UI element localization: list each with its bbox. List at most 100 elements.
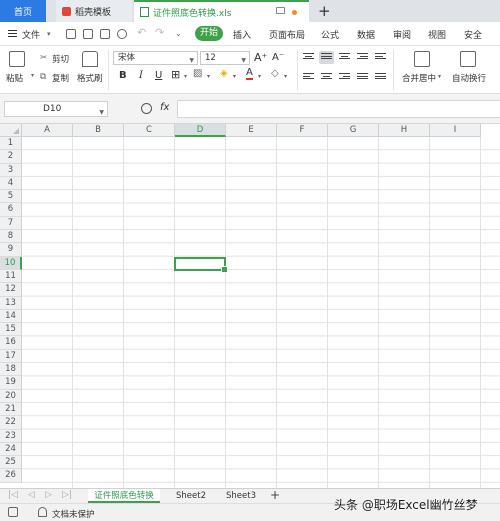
tab-start[interactable]: 开始 (195, 26, 223, 41)
column-header[interactable]: D (175, 124, 226, 137)
sheet-tab-3[interactable]: Sheet3 (218, 489, 264, 503)
name-box[interactable]: D10 ▼ (4, 101, 108, 117)
redo-icon[interactable]: ↷ (155, 26, 164, 39)
chevron-down-icon[interactable]: ▾ (184, 73, 187, 80)
align-right-icon[interactable] (339, 73, 350, 82)
row-header[interactable]: 26 (0, 469, 22, 483)
next-sheet-icon[interactable]: ▷ (45, 490, 52, 500)
undo-icon[interactable]: ↶ (137, 26, 146, 39)
column-header[interactable]: A (22, 124, 73, 137)
merge-center-button[interactable]: 合并居中 (402, 72, 436, 84)
tab-security[interactable]: 安全 (464, 28, 482, 41)
merge-cells-icon[interactable] (414, 51, 430, 67)
underline-button[interactable]: U (155, 70, 162, 81)
row-header[interactable]: 20 (0, 389, 22, 403)
distributed-icon[interactable] (375, 73, 386, 82)
chevron-down-icon[interactable]: ▾ (284, 73, 287, 80)
font-name-select[interactable]: 宋体 ▼ (113, 51, 198, 65)
tab-formulas[interactable]: 公式 (321, 28, 339, 41)
row-header[interactable]: 11 (0, 269, 22, 284)
align-left-icon[interactable] (303, 73, 314, 82)
row-header[interactable]: 22 (0, 416, 22, 430)
tab-insert[interactable]: 插入 (233, 28, 251, 41)
formula-input[interactable] (177, 100, 500, 118)
row-header[interactable]: 19 (0, 376, 22, 390)
selected-cell[interactable] (174, 257, 228, 274)
row-header[interactable]: 17 (0, 349, 22, 364)
column-header[interactable]: B (73, 124, 124, 137)
row-header[interactable]: 3 (0, 163, 22, 177)
first-sheet-icon[interactable]: |◁ (8, 490, 18, 500)
row-header[interactable]: 14 (0, 309, 22, 324)
menu-icon[interactable] (8, 30, 17, 37)
more-icon[interactable]: ⌄ (175, 29, 182, 38)
justify-icon[interactable] (357, 73, 368, 82)
align-center-icon[interactable] (321, 73, 332, 82)
shrink-font-button[interactable]: A⁻ (272, 52, 284, 63)
zoom-icon[interactable] (141, 103, 152, 114)
cut-button[interactable]: 剪切 (52, 53, 69, 65)
print-icon[interactable] (100, 29, 110, 39)
column-header[interactable]: E (226, 124, 277, 137)
chevron-down-icon[interactable]: ▾ (233, 73, 236, 80)
row-header[interactable]: 5 (0, 190, 22, 204)
italic-button[interactable]: I (139, 70, 143, 81)
row-header[interactable]: 9 (0, 243, 22, 257)
wrap-text-icon[interactable] (460, 51, 476, 67)
scissors-icon[interactable]: ✂ (40, 53, 47, 63)
format-painter-icon[interactable] (82, 51, 98, 67)
paste-icon[interactable] (9, 51, 25, 67)
select-all-corner[interactable] (0, 124, 22, 137)
row-header[interactable]: 23 (0, 429, 22, 443)
eraser-icon[interactable]: ◇ (271, 68, 279, 79)
paste-button[interactable]: 粘贴 (6, 72, 23, 84)
sheet-tab-2[interactable]: Sheet2 (168, 489, 214, 503)
fill-pattern-icon[interactable]: ▨ (193, 68, 202, 79)
tab-home[interactable]: 首页 (0, 0, 46, 22)
indent-increase-icon[interactable] (357, 53, 368, 62)
chevron-down-icon[interactable]: ▾ (207, 73, 210, 80)
row-header[interactable]: 10 (0, 256, 22, 270)
tab-current-file[interactable]: 证件照底色转换.xls (134, 0, 309, 22)
column-header[interactable]: G (328, 124, 379, 137)
indent-decrease-icon[interactable] (375, 53, 386, 62)
tab-view[interactable]: 视图 (428, 28, 446, 41)
format-painter-button[interactable]: 格式刷 (77, 72, 103, 84)
row-header[interactable]: 16 (0, 336, 22, 350)
macro-icon[interactable] (8, 507, 18, 517)
row-header[interactable]: 6 (0, 203, 22, 217)
column-header[interactable]: I (430, 124, 481, 137)
row-header[interactable]: 7 (0, 216, 22, 231)
file-menu[interactable]: 文件 (22, 28, 40, 41)
column-header[interactable]: C (124, 124, 175, 137)
column-header[interactable]: H (379, 124, 430, 137)
align-bottom-icon[interactable] (339, 53, 350, 62)
row-header[interactable]: 15 (0, 323, 22, 337)
border-icon[interactable]: ⊞ (171, 68, 180, 81)
copy-button[interactable]: 复制 (52, 72, 69, 84)
fill-color-icon[interactable]: ◈ (220, 68, 228, 79)
font-size-select[interactable]: 12 ▼ (200, 51, 250, 65)
grow-font-button[interactable]: A⁺ (254, 51, 267, 64)
export-icon[interactable] (83, 29, 93, 39)
row-header[interactable]: 25 (0, 456, 22, 470)
row-header[interactable]: 8 (0, 230, 22, 244)
insert-function-button[interactable]: fx (160, 102, 169, 113)
row-header[interactable]: 4 (0, 176, 22, 191)
row-header[interactable]: 13 (0, 296, 22, 310)
add-sheet-button[interactable]: + (270, 488, 280, 502)
monitor-icon[interactable] (276, 7, 285, 14)
align-middle-icon[interactable] (319, 51, 334, 64)
row-header[interactable]: 24 (0, 442, 22, 457)
font-color-icon[interactable]: A (246, 68, 253, 80)
preview-icon[interactable] (117, 29, 127, 39)
chevron-down-icon[interactable]: ▾ (438, 73, 441, 80)
sheet-tab-1[interactable]: 证件照底色转换 (88, 489, 160, 503)
new-tab-button[interactable]: + (318, 2, 331, 20)
row-header[interactable]: 18 (0, 363, 22, 377)
tab-data[interactable]: 数据 (357, 28, 375, 41)
wrap-text-button[interactable]: 自动换行 (452, 72, 486, 84)
paste-options-icon[interactable]: ▾ (31, 72, 34, 79)
tab-review[interactable]: 审阅 (393, 28, 411, 41)
row-header[interactable]: 1 (0, 137, 22, 151)
